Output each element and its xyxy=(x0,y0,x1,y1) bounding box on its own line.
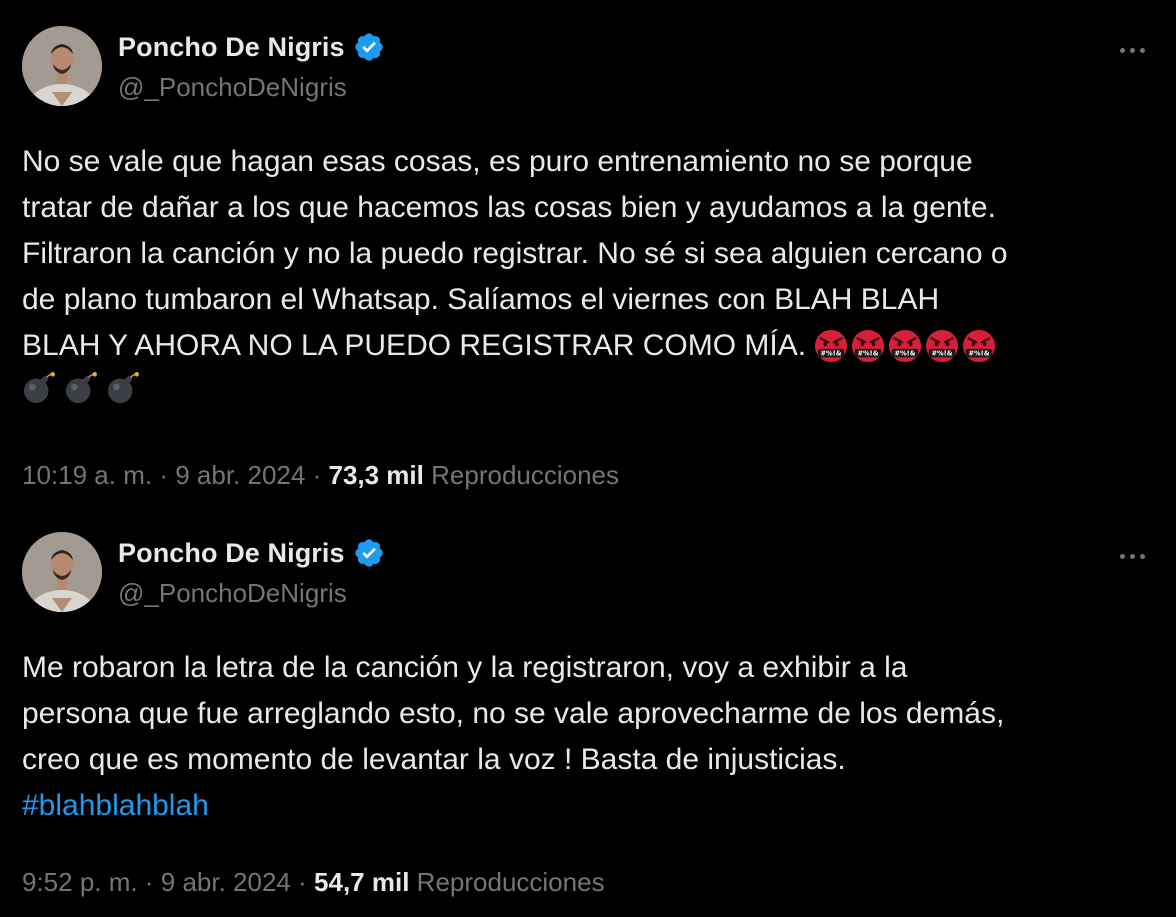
hashtag-link[interactable]: #blahblahblah xyxy=(22,789,209,822)
verified-badge-icon xyxy=(353,537,385,569)
tweet-date[interactable]: 9 abr. 2024 xyxy=(175,460,305,490)
bomb-icon xyxy=(64,371,98,405)
author-handle[interactable]: @_PonchoDeNigris xyxy=(118,72,347,103)
author-name-row[interactable]: Poncho De Nigris xyxy=(118,536,385,570)
tweet-time[interactable]: 10:19 a. m. xyxy=(22,460,152,490)
tweet[interactable]: Poncho De Nigris @_PonchoDeNigris Me rob… xyxy=(0,530,1176,897)
views-label: Reproducciones xyxy=(416,867,605,897)
tweet-text: Me robaron la letra de la canción y la r… xyxy=(22,645,1152,829)
tweet-header: Poncho De Nigris @_PonchoDeNigris xyxy=(0,530,1176,614)
angry-face-with-symbols-icon: #%!& xyxy=(814,329,848,363)
avatar[interactable] xyxy=(22,532,102,612)
angry-face-with-symbols-icon: #%!& xyxy=(925,329,959,363)
bomb-emoji-row xyxy=(22,371,140,405)
svg-text:#%!&: #%!& xyxy=(932,350,953,358)
separator: · xyxy=(144,867,154,897)
angry-face-with-symbols-icon: #%!& xyxy=(851,329,885,363)
tweet-text-line: creo que es momento de levantar la voz !… xyxy=(22,743,846,776)
tweet-time[interactable]: 9:52 p. m. xyxy=(22,867,138,897)
author-handle[interactable]: @_PonchoDeNigris xyxy=(118,578,347,609)
svg-text:#%!&: #%!& xyxy=(821,350,842,358)
verified-badge-icon xyxy=(353,31,385,63)
tweet-text-line: BLAH Y AHORA NO LA PUEDO REGISTRAR COMO … xyxy=(22,329,815,362)
tweet-meta: 9:52 p. m. · 9 abr. 2024 · 54,7 mil Repr… xyxy=(22,867,605,898)
tweet-text: No se vale que hagan esas cosas, es puro… xyxy=(22,139,1152,415)
separator: · xyxy=(159,460,168,490)
views-label: Reproducciones xyxy=(431,460,620,490)
tweet-text-line: de plano tumbaron el Whatsap. Salíamos e… xyxy=(22,283,940,316)
bomb-icon xyxy=(22,371,56,405)
tweet-text-line: persona que fue arreglando esto, no se v… xyxy=(22,697,1005,730)
tweet-date[interactable]: 9 abr. 2024 xyxy=(161,867,291,897)
author-name-row[interactable]: Poncho De Nigris xyxy=(118,30,385,64)
views-count: 73,3 mil xyxy=(328,460,424,490)
tweet-header: Poncho De Nigris @_PonchoDeNigris xyxy=(0,24,1176,108)
tweet-text-line: No se vale que hagan esas cosas, es puro… xyxy=(22,145,973,178)
angry-emoji-row: #%!& #%!& #%!& #%!& #%!& xyxy=(814,329,996,363)
display-name[interactable]: Poncho De Nigris xyxy=(118,538,345,569)
tweet[interactable]: Poncho De Nigris @_PonchoDeNigris No se … xyxy=(0,24,1176,490)
more-options-icon[interactable] xyxy=(1112,40,1152,60)
svg-text:#%!&: #%!& xyxy=(969,350,990,358)
tweet-text-line: Filtraron la canción y no la puedo regis… xyxy=(22,237,1008,270)
more-options-icon[interactable] xyxy=(1112,546,1152,566)
bomb-icon xyxy=(106,371,140,405)
tweet-text-line: tratar de dañar a los que hacemos las co… xyxy=(22,191,996,224)
separator: · xyxy=(312,460,322,490)
angry-face-with-symbols-icon: #%!& xyxy=(888,329,922,363)
angry-face-with-symbols-icon: #%!& xyxy=(962,329,996,363)
tweet-text-line: Me robaron la letra de la canción y la r… xyxy=(22,651,908,684)
tweet-meta: 10:19 a. m. · 9 abr. 2024 · 73,3 mil Rep… xyxy=(22,460,619,491)
svg-text:#%!&: #%!& xyxy=(895,350,916,358)
display-name[interactable]: Poncho De Nigris xyxy=(118,32,345,63)
separator: · xyxy=(298,867,307,897)
views-count: 54,7 mil xyxy=(314,867,410,897)
svg-text:#%!&: #%!& xyxy=(858,350,879,358)
avatar[interactable] xyxy=(22,26,102,106)
